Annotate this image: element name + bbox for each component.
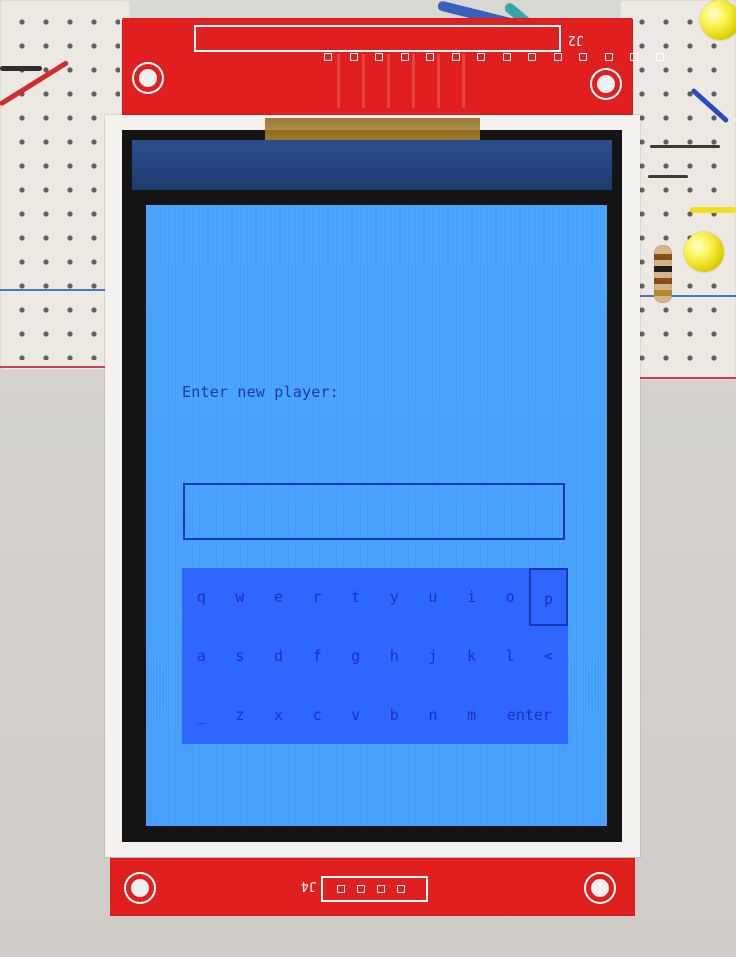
device-photo-scene: J2 Enter new player: q w e r t y u i o p… [0,0,736,957]
pcb-trace [412,54,415,108]
key-u[interactable]: u [414,568,453,626]
key-f[interactable]: f [298,627,337,685]
keyboard-row-1: q w e r t y u i o p [182,568,568,626]
header-pin-icon [349,53,358,61]
right-lead-wire-1 [650,145,720,148]
top-header-pins [324,51,664,63]
bottom-pcb: J4 [110,858,635,916]
top-header-label: J2 [568,32,584,47]
pcb-trace [362,54,365,108]
header-pin-icon [400,53,409,61]
header-pin-icon [451,53,460,61]
key-o[interactable]: o [491,568,530,626]
display-flex-cable [265,118,480,140]
key-l[interactable]: l [491,627,530,685]
key-y[interactable]: y [375,568,414,626]
header-pin-icon [655,53,664,61]
lcd-screen: Enter new player: q w e r t y u i o p a … [146,205,607,826]
key-s[interactable]: s [221,627,260,685]
right-breadboard-holes [630,10,726,370]
bottom-header-label: J4 [301,878,317,893]
key-w[interactable]: w [221,568,260,626]
header-pin-icon [579,53,588,61]
header-pin-icon [397,885,405,893]
key-a[interactable]: a [182,627,221,685]
pcb-trace [337,54,340,108]
mount-hole-icon [592,70,620,98]
key-e[interactable]: e [259,568,298,626]
header-pin-icon [357,885,365,893]
led-icon [700,0,736,40]
key-t[interactable]: t [336,568,375,626]
header-pin-icon [324,53,332,61]
led-icon [684,232,724,272]
header-pin-icon [604,53,613,61]
top-pcb: J2 [122,18,664,122]
header-pin-icon [426,53,435,61]
key-r[interactable]: r [298,568,337,626]
keyboard-row-3: _ z x c v b n m enter [182,686,568,744]
player-entry-prompt: Enter new player: [182,383,339,401]
header-pin-icon [337,885,345,893]
display-top-strip [132,140,612,190]
key-c[interactable]: c [298,686,337,744]
header-pin-icon [630,53,639,61]
top-header-outline [194,25,561,52]
key-n[interactable]: n [414,686,453,744]
key-g[interactable]: g [336,627,375,685]
key-h[interactable]: h [375,627,414,685]
key-d[interactable]: d [259,627,298,685]
key-j[interactable]: j [414,627,453,685]
right-lead-wire-2 [648,175,688,178]
resistor-icon [654,245,672,303]
key-q[interactable]: q [182,568,221,626]
keyboard-row-2: a s d f g h j k l < [182,627,568,685]
key-k[interactable]: k [452,627,491,685]
underscore-key[interactable]: _ [182,686,221,744]
black-wire [0,66,42,71]
mount-hole-icon [586,874,614,902]
key-z[interactable]: z [221,686,260,744]
key-m[interactable]: m [452,686,491,744]
pcb-trace [387,54,390,108]
key-p[interactable]: p [529,568,568,626]
key-b[interactable]: b [375,686,414,744]
pcb-trace [437,54,440,108]
mount-hole-icon [126,874,154,902]
header-pin-icon [377,885,385,893]
header-pin-icon [477,53,486,61]
key-x[interactable]: x [259,686,298,744]
backspace-key[interactable]: < [529,627,568,685]
enter-key[interactable]: enter [491,686,568,744]
header-pin-icon [502,53,511,61]
onscreen-keyboard: q w e r t y u i o p a s d f g h j k l < … [182,568,568,744]
yellow-wire [690,207,736,213]
header-pin-icon [375,53,384,61]
pcb-trace [462,54,465,108]
player-name-input[interactable] [183,483,565,540]
key-i[interactable]: i [452,568,491,626]
key-v[interactable]: v [336,686,375,744]
header-pin-icon [553,53,562,61]
mount-hole-icon [134,64,162,92]
header-pin-icon [528,53,537,61]
